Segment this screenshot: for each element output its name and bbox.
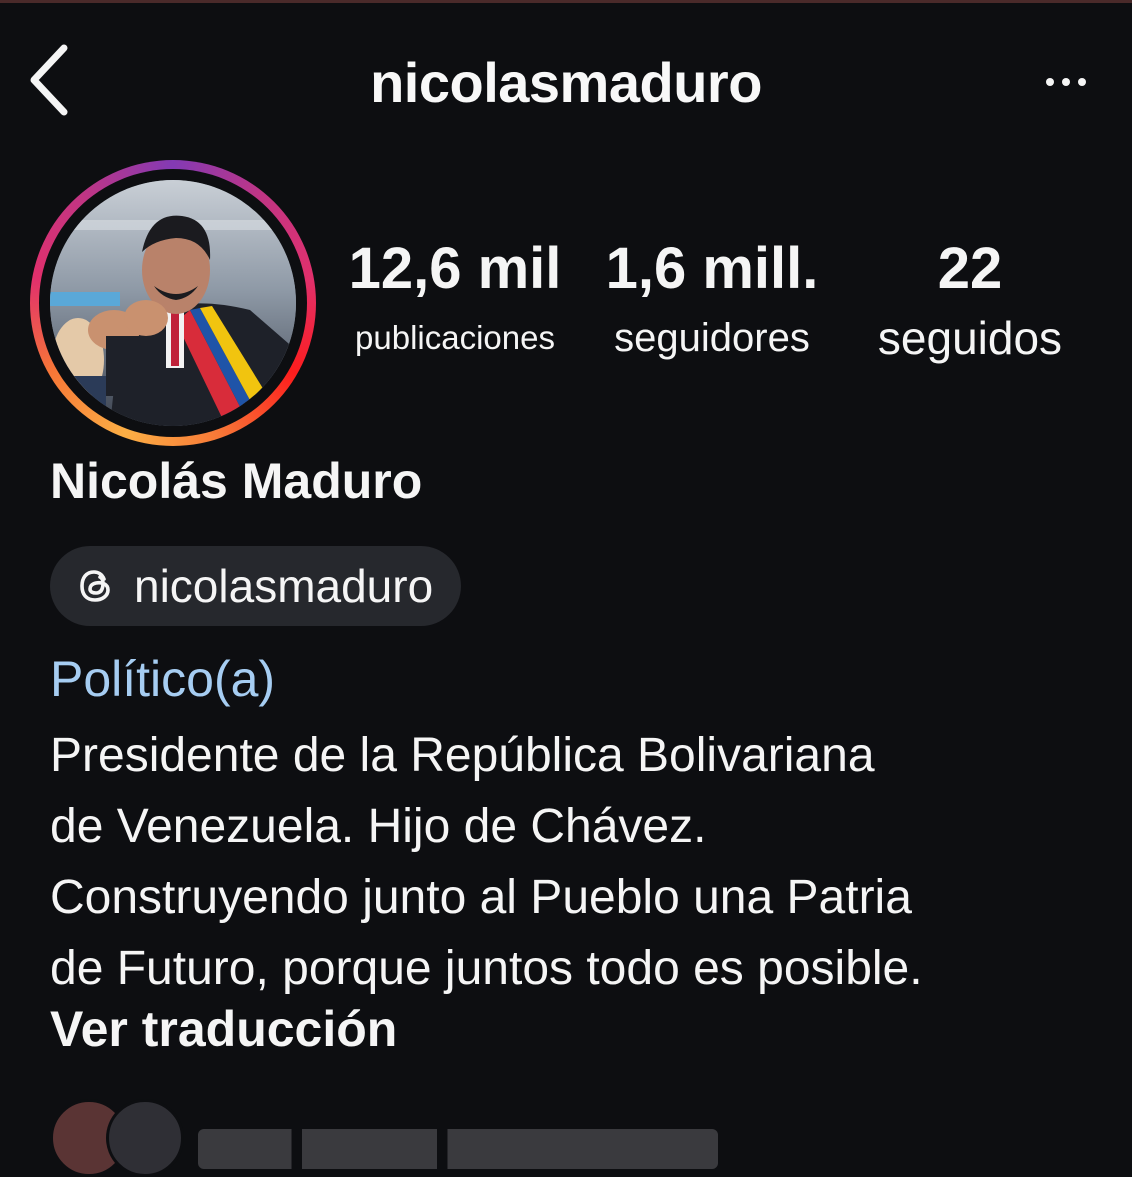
posts-count: 12,6 mil	[348, 236, 562, 301]
stat-following[interactable]: 22 seguidos	[852, 230, 1088, 368]
threads-icon	[80, 570, 110, 602]
followers-count: 1,6 mill.	[605, 236, 819, 301]
more-horizontal-icon	[1046, 78, 1086, 86]
following-label: seguidos	[877, 312, 1063, 364]
display-name: Nicolás Maduro	[50, 453, 423, 509]
followed-by-preview[interactable]	[50, 1099, 718, 1177]
follower-avatar	[106, 1099, 184, 1177]
bio-line: Presidente de la República Bolivariana	[50, 729, 875, 782]
avatar[interactable]	[50, 180, 296, 426]
profile-photo	[50, 180, 296, 426]
posts-label: publicaciones	[355, 319, 555, 356]
following-count: 22	[937, 236, 1003, 301]
bio-line: de Venezuela. Hijo de Chávez.	[50, 800, 707, 853]
bio-line: Construyendo junto al Pueblo una Patria	[50, 871, 912, 924]
threads-handle: nicolasmaduro	[134, 560, 434, 612]
more-options-button[interactable]	[1038, 62, 1098, 102]
header-username: nicolasmaduro	[370, 51, 762, 114]
bio-line: de Futuro, porque juntos todo es posible…	[50, 942, 923, 995]
threads-link[interactable]: nicolasmaduro	[50, 546, 462, 626]
followed-by-text-cutoff	[198, 1129, 718, 1169]
profile-header: nicolasmaduro	[0, 0, 1132, 160]
profile-category[interactable]: Político(a)	[50, 650, 275, 708]
followers-label: seguidores	[614, 316, 810, 360]
story-ring[interactable]	[30, 160, 316, 446]
see-translation-link[interactable]: Ver traducción	[50, 1000, 397, 1058]
stat-followers[interactable]: 1,6 mill. seguidores	[594, 230, 830, 368]
bio: Presidente de la República Bolivariana d…	[50, 720, 1110, 1004]
stat-posts[interactable]: 12,6 mil publicaciones	[338, 230, 572, 368]
